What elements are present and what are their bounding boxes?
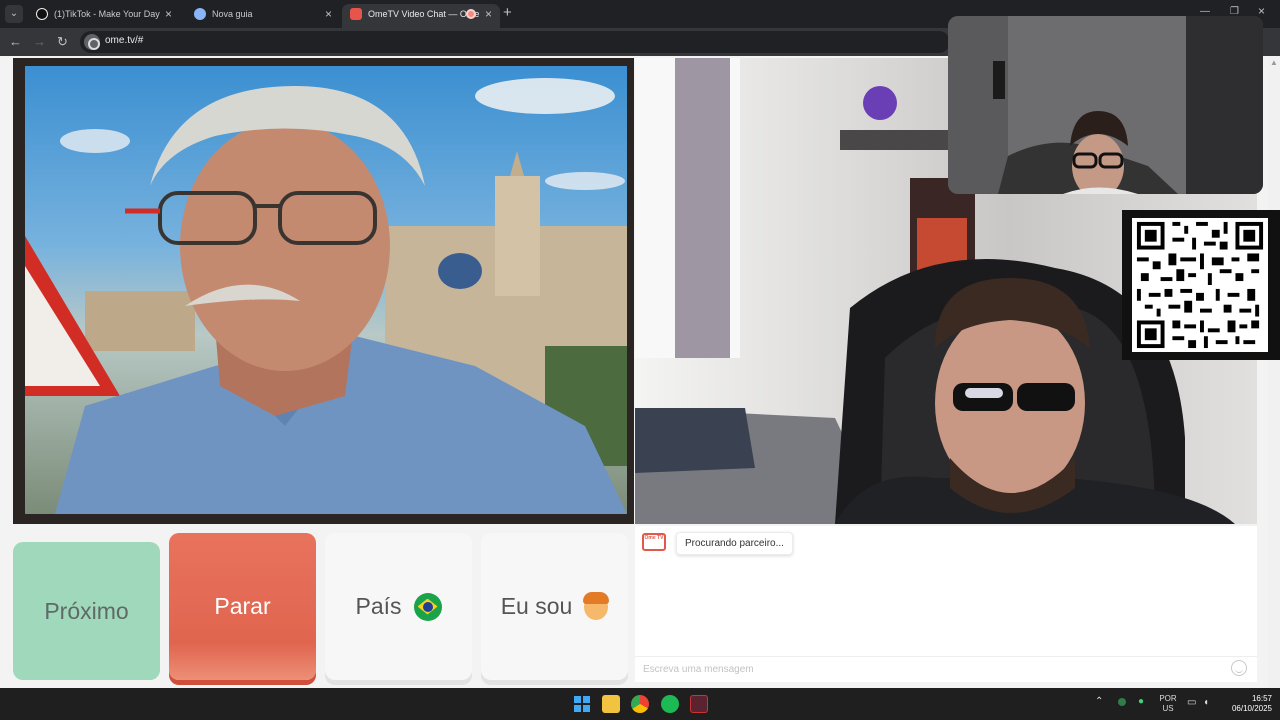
address-bar[interactable]: ome.tv/#: [80, 31, 950, 53]
webcam-scene: [948, 16, 1263, 194]
next-button-label: Próximo: [44, 597, 129, 624]
back-icon[interactable]: ←: [9, 34, 22, 50]
tray-expand-icon[interactable]: ⌃: [1095, 697, 1103, 707]
system-clock[interactable]: 16:57 06/10/2025: [1222, 694, 1272, 714]
new-tab-icon[interactable]: +: [503, 4, 512, 21]
tab-title: Nova guia: [212, 9, 253, 19]
keyboard-layout: US: [1162, 704, 1174, 713]
app-icon[interactable]: [690, 695, 708, 713]
clock-time: 16:57: [1251, 694, 1272, 703]
tab-tiktok[interactable]: (1)TikTok - Make Your Day ×: [28, 4, 180, 28]
qr-code: [1122, 210, 1280, 360]
boy-emoji-icon: [583, 591, 610, 620]
tab-close-icon[interactable]: ×: [325, 4, 332, 24]
country-button-label: País: [355, 593, 402, 619]
qr-code-image: [1132, 218, 1268, 352]
microphone-icon[interactable]: ●: [1138, 697, 1144, 707]
reload-icon[interactable]: ↻: [57, 34, 68, 50]
ometv-logo-icon: Ome TV: [642, 533, 666, 551]
language-indicator[interactable]: POR US: [1158, 694, 1178, 714]
scrollbar[interactable]: ▲: [1268, 56, 1280, 688]
tab-ometv[interactable]: OmeTV Video Chat — Ome ×: [342, 4, 500, 28]
close-window-icon[interactable]: ×: [1258, 4, 1265, 18]
chrome-icon[interactable]: [631, 695, 649, 713]
stop-button[interactable]: Parar: [169, 533, 316, 680]
emoji-picker-icon[interactable]: [1231, 660, 1247, 676]
partner-video-frame: [25, 66, 627, 514]
streamer-webcam-overlay: [948, 16, 1263, 194]
chrome-newtab-icon: [194, 8, 206, 20]
tab-close-icon[interactable]: ×: [485, 4, 492, 24]
tiktok-icon: [36, 8, 48, 20]
recording-icon: [466, 9, 476, 19]
qr-pattern: [1136, 221, 1264, 349]
windows-taskbar: ⌃ ● POR US ▭ ◖ 16:57 06/10/2025: [0, 688, 1280, 720]
gender-button[interactable]: Eu sou: [481, 533, 628, 680]
ometv-icon: [350, 8, 362, 20]
network-icon[interactable]: ▭: [1187, 698, 1196, 708]
tab-close-icon[interactable]: ×: [165, 4, 172, 24]
tray-app-icon[interactable]: [1118, 698, 1126, 706]
brazil-flag-icon: [413, 592, 442, 621]
country-button[interactable]: País: [325, 533, 472, 680]
tab-new[interactable]: Nova guia ×: [186, 4, 340, 28]
url-text: ome.tv/#: [105, 35, 144, 46]
chat-panel: Ome TV Procurando parceiro...: [635, 526, 1257, 682]
tab-title: (1)TikTok - Make Your Day: [54, 9, 160, 19]
chat-status-message: Procurando parceiro...: [676, 532, 793, 555]
scroll-up-icon[interactable]: ▲: [1270, 58, 1278, 67]
stop-button-label: Parar: [214, 593, 271, 619]
language-code: POR: [1159, 694, 1177, 703]
forward-icon[interactable]: →: [33, 34, 46, 50]
volume-icon[interactable]: ◖: [1203, 698, 1209, 708]
message-input[interactable]: [635, 656, 1257, 682]
clock-date: 06/10/2025: [1231, 704, 1272, 713]
site-info-icon[interactable]: [84, 34, 100, 50]
gender-button-label: Eu sou: [500, 593, 573, 619]
windows-start-icon[interactable]: [573, 695, 591, 713]
partner-video: [13, 58, 634, 524]
file-explorer-icon[interactable]: [602, 695, 620, 713]
partner-scene: [25, 78, 627, 514]
next-button[interactable]: Próximo: [13, 542, 160, 680]
spotify-icon[interactable]: [661, 695, 679, 713]
tab-title: OmeTV Video Chat — Ome: [368, 9, 480, 19]
tab-search-dropdown-icon[interactable]: ⌄: [5, 5, 23, 23]
